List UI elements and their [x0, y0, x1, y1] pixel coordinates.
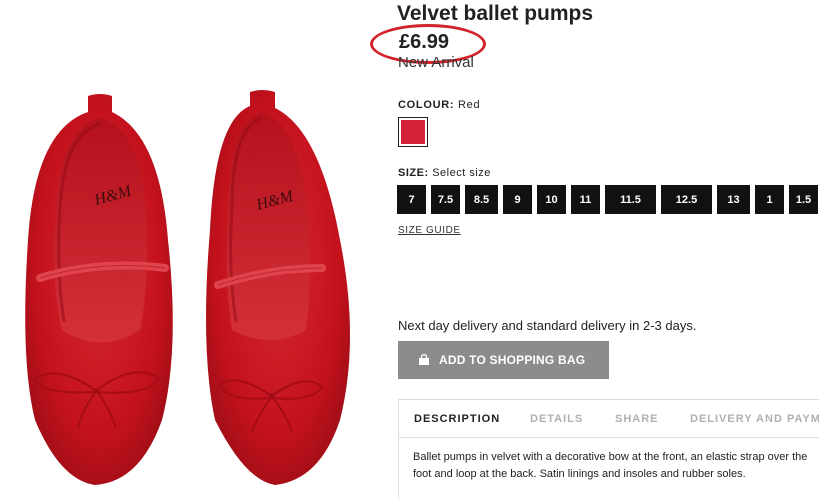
new-arrival-badge: New Arrival	[398, 54, 474, 71]
size-option-7[interactable]: 7	[397, 185, 426, 214]
size-option-8-5[interactable]: 8.5	[465, 185, 498, 214]
size-option-11[interactable]: 11	[571, 185, 600, 214]
add-to-bag-label: ADD TO SHOPPING BAG	[439, 353, 586, 367]
tab-delivery-and-payment[interactable]: DELIVERY AND PAYM	[690, 400, 819, 437]
right-shoe: H&M	[206, 90, 350, 485]
size-label: SIZE: Select size	[398, 167, 491, 179]
description-text: Ballet pumps in velvet with a decorative…	[413, 451, 808, 480]
product-info-tabs: DESCRIPTION DETAILS SHARE DELIVERY AND P…	[398, 399, 819, 438]
add-to-bag-button[interactable]: ADD TO SHOPPING BAG	[398, 341, 609, 379]
colour-label-key: COLOUR:	[398, 99, 455, 111]
swatch-fill	[401, 120, 425, 144]
product-image: H&M H&M	[25, 90, 350, 485]
size-label-key: SIZE:	[398, 167, 429, 179]
tab-details[interactable]: DETAILS	[530, 400, 583, 437]
tab-share[interactable]: SHARE	[615, 400, 659, 437]
size-option-9[interactable]: 9	[503, 185, 532, 214]
shopping-bag-icon	[419, 354, 429, 365]
size-option-7-5[interactable]: 7.5	[431, 185, 460, 214]
tab-description[interactable]: DESCRIPTION	[414, 400, 500, 437]
size-option-10[interactable]: 10	[537, 185, 566, 214]
delivery-info: Next day delivery and standard delivery …	[398, 318, 697, 333]
product-title: Velvet ballet pumps	[397, 2, 594, 25]
size-guide-link[interactable]: SIZE GUIDE	[398, 225, 461, 236]
left-shoe: H&M	[25, 94, 173, 485]
size-option-12-5[interactable]: 12.5	[661, 185, 712, 214]
size-option-1-5[interactable]: 1.5	[789, 185, 818, 214]
colour-value: Red	[458, 99, 481, 111]
colour-swatch-red[interactable]	[398, 117, 428, 147]
size-option-1[interactable]: 1	[755, 185, 784, 214]
size-hint: Select size	[432, 167, 491, 179]
size-option-13[interactable]: 13	[717, 185, 750, 214]
colour-label: COLOUR: Red	[398, 99, 480, 111]
size-option-11-5[interactable]: 11.5	[605, 185, 656, 214]
